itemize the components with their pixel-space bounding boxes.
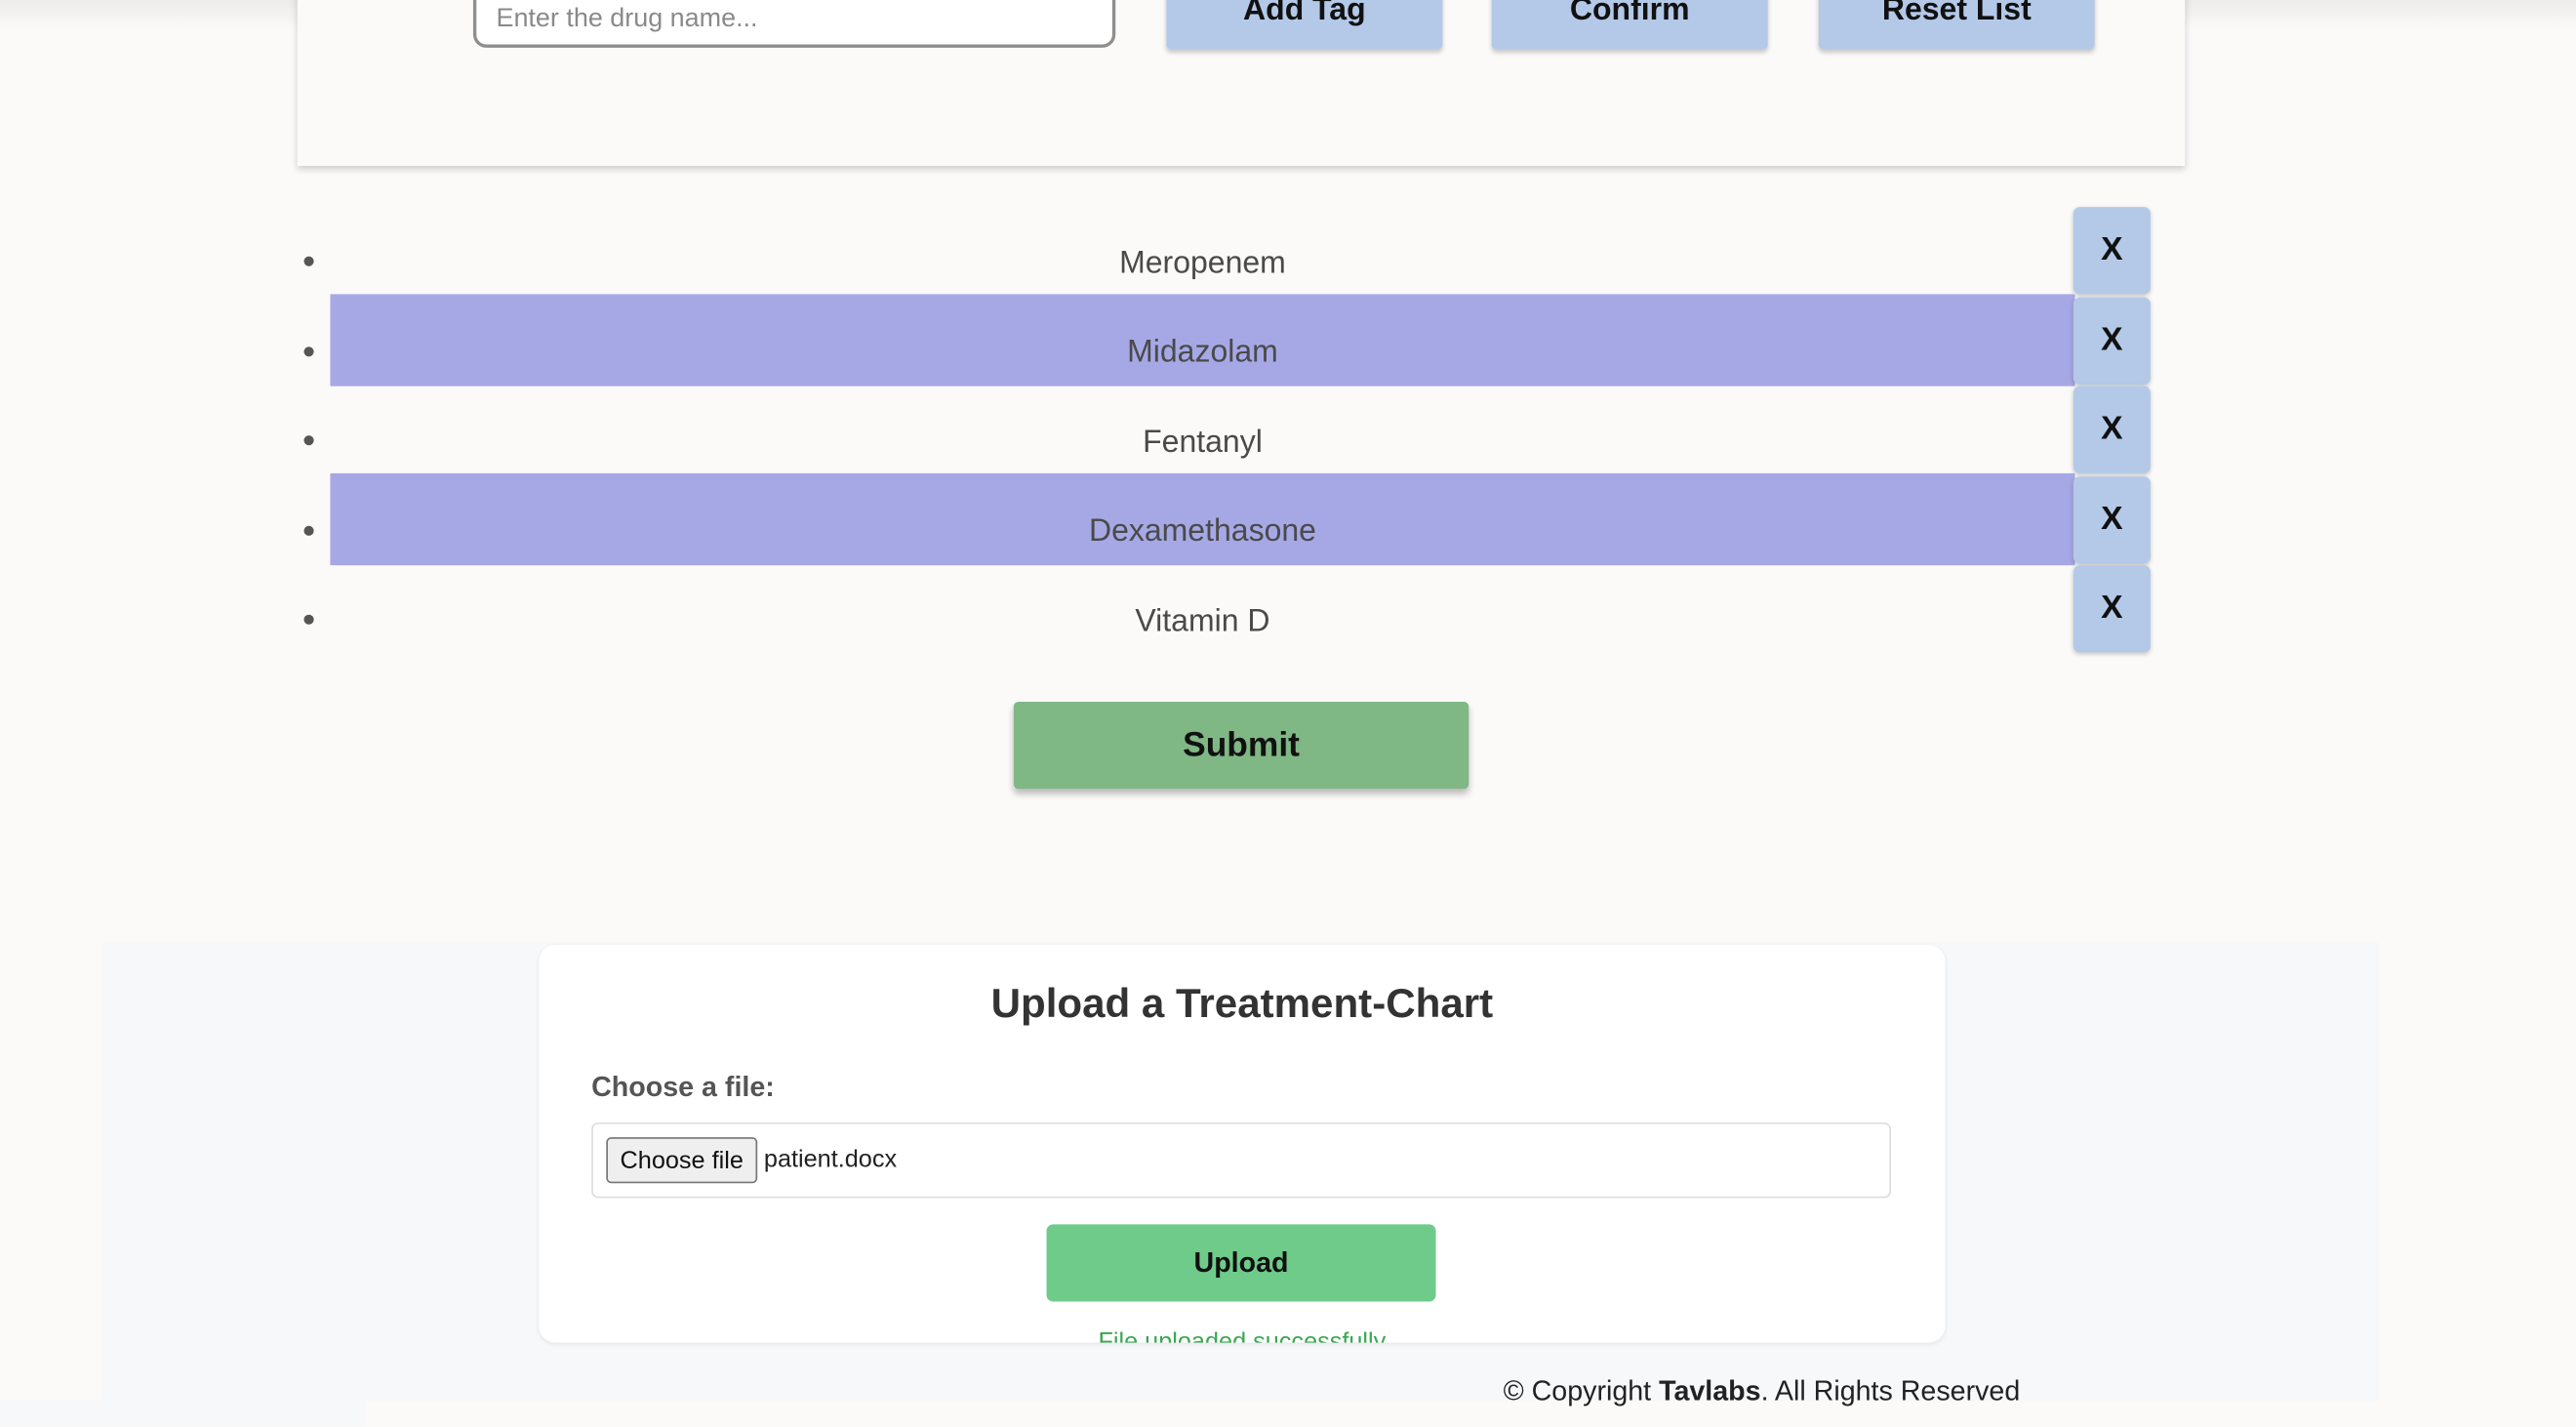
list-item: Meropenem X [298,207,2154,297]
bullet-icon [303,256,314,266]
upload-status-message: File uploaded successfully [1098,1327,1387,1343]
bullet-icon [303,346,314,356]
bullet-icon [303,435,314,446]
drug-name-input[interactable] [472,0,1116,48]
list-item: Dexamethasone X [298,472,2154,566]
remove-drug-button[interactable]: X [2073,565,2151,653]
footer-copyright: © Copyright Tavlabs. All Rights Reserved [1504,1375,2021,1408]
drug-name: Vitamin D [1135,603,1270,639]
upload-button[interactable]: Upload [1046,1224,1436,1302]
remove-drug-button[interactable]: X [2073,296,2151,385]
list-item: Midazolam X [298,293,2154,387]
remove-drug-button[interactable]: X [2073,207,2151,295]
drug-name: Midazolam [330,293,2075,387]
file-label: Choose a file: [591,1071,775,1103]
remove-drug-button[interactable]: X [2073,475,2151,563]
footer-brand: Tavlabs [1659,1375,1761,1407]
list-item: Vitamin D X [298,565,2154,655]
drug-list: Meropenem X Midazolam X Fentanyl X Dexam… [298,207,2154,655]
file-input[interactable]: Choose file patient.docx [591,1121,1891,1199]
drug-name: Meropenem [1119,245,1286,281]
bullet-icon [303,614,314,625]
remove-drug-button[interactable]: X [2073,386,2151,473]
upload-card: Upload a Treatment-Chart Choose a file: … [539,945,1946,1343]
page: Add Tag Confirm Reset List Meropenem X M… [0,0,2576,1427]
reset-list-button[interactable]: Reset List [1818,0,2095,50]
drug-name: Fentanyl [1143,425,1263,460]
drug-name: Dexamethasone [330,472,2075,566]
choose-file-button[interactable]: Choose file [606,1137,758,1184]
submit-button[interactable]: Submit [1013,701,1469,790]
selected-file-name: patient.docx [763,1145,898,1174]
footer-prefix: © Copyright [1503,1375,1660,1407]
add-tag-button[interactable]: Add Tag [1166,0,1443,50]
bullet-icon [303,524,314,536]
list-item: Fentanyl X [298,386,2154,476]
footer-suffix: . All Rights Reserved [1760,1375,2021,1407]
confirm-button[interactable]: Confirm [1491,0,1768,50]
footer-strip [0,1400,365,1427]
upload-title: Upload a Treatment-Chart [990,981,1494,1028]
